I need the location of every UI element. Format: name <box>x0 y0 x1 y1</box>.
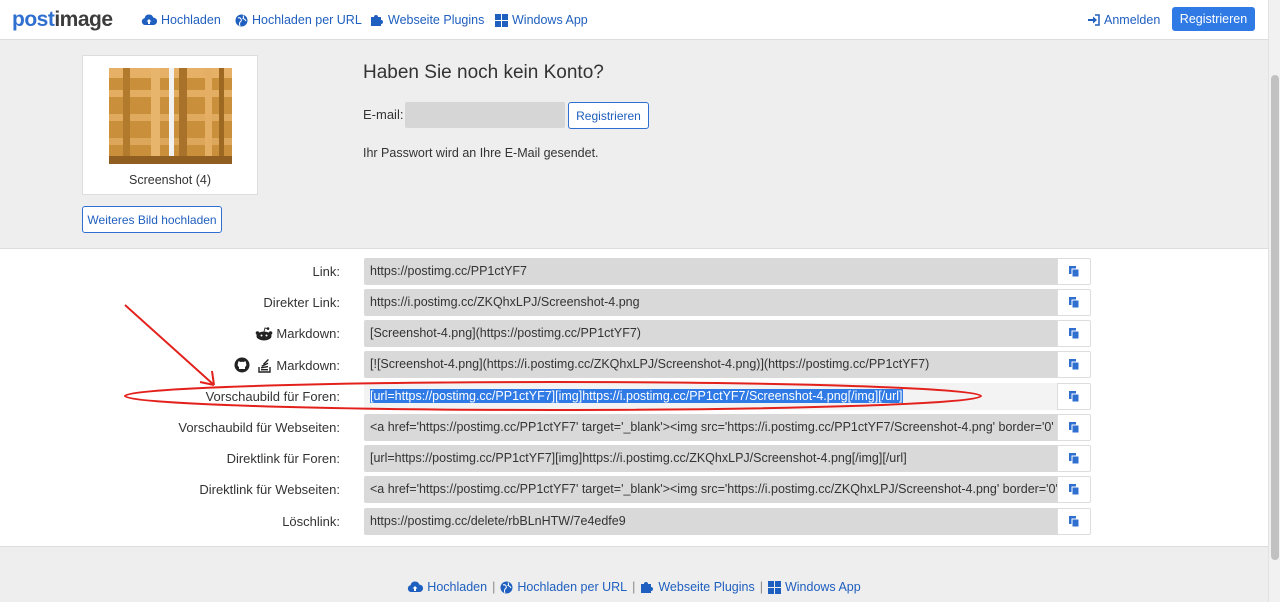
delete-link-field[interactable]: https://postimg.cc/delete/rbBLnHTW/7e4ed… <box>364 508 1057 535</box>
scrollbar-thumb[interactable] <box>1271 75 1279 560</box>
delete-link-row: Löschlink: https://postimg.cc/delete/rbB… <box>0 508 1268 535</box>
copy-icon <box>1068 296 1079 308</box>
direct-link-field[interactable]: https://i.postimg.cc/ZKQhxLPJ/Screenshot… <box>364 289 1057 316</box>
copy-button[interactable] <box>1057 351 1091 378</box>
copy-icon <box>1068 452 1079 464</box>
markdown-reddit-field[interactable]: [Screenshot-4.png](https://postimg.cc/PP… <box>364 320 1057 347</box>
nav-plugins-link[interactable]: Webseite Plugins <box>370 11 484 29</box>
image-preview-card: Screenshot (4) <box>82 55 258 195</box>
footer-upload-link[interactable]: Hochladen <box>407 580 487 594</box>
copy-icon <box>1068 265 1079 277</box>
direct-forum-row: Direktlink für Foren: [url=https://posti… <box>0 445 1268 472</box>
page-scrollbar[interactable] <box>1268 0 1280 602</box>
copy-icon <box>1068 327 1079 339</box>
footer-links: Hochladen | Hochladen per URL | Webseite… <box>0 580 1268 594</box>
register-button[interactable]: Registrieren <box>568 102 649 129</box>
link-row: Link: https://postimg.cc/PP1ctYF7 <box>0 258 1268 285</box>
email-field[interactable] <box>405 102 565 128</box>
copy-icon <box>1068 421 1079 433</box>
globe-icon <box>235 14 248 26</box>
footer-upload-url-link[interactable]: Hochladen per URL <box>500 580 627 594</box>
thumbnail-forum-label: Vorschaubild für Foren: <box>205 389 340 404</box>
direct-link-label: Direkter Link: <box>263 295 340 310</box>
image-thumbnail[interactable] <box>109 68 232 164</box>
copy-button[interactable] <box>1057 414 1091 441</box>
markdown-reddit-label: Markdown: <box>255 326 340 341</box>
windows-icon <box>495 13 508 27</box>
nav-upload-link[interactable]: Hochladen <box>141 11 221 29</box>
thumbnail-web-row: Vorschaubild für Webseiten: <a href='htt… <box>0 414 1268 441</box>
footer-plugins-link[interactable]: Webseite Plugins <box>640 580 755 594</box>
email-label: E-mail: <box>363 107 404 122</box>
sign-in-icon <box>1088 14 1100 26</box>
upload-more-button[interactable]: Weiteres Bild hochladen <box>82 206 222 233</box>
password-note: Ihr Passwort wird an Ihre E-Mail gesende… <box>363 146 599 160</box>
delete-link-label: Löschlink: <box>282 514 340 529</box>
link-label: Link: <box>312 264 340 279</box>
reddit-icon <box>256 326 273 340</box>
copy-button[interactable] <box>1057 289 1091 316</box>
cloud-upload-icon <box>141 14 157 25</box>
copy-icon <box>1068 390 1079 402</box>
copy-icon <box>1068 483 1079 495</box>
link-field[interactable]: https://postimg.cc/PP1ctYF7 <box>364 258 1057 285</box>
nav-login-link[interactable]: Anmelden <box>1088 11 1160 29</box>
copy-icon <box>1068 358 1079 370</box>
nav-windows-app-link[interactable]: Windows App <box>495 11 588 29</box>
footer-separator: | <box>632 580 636 594</box>
globe-icon <box>500 581 513 593</box>
image-caption: Screenshot (4) <box>129 173 211 187</box>
nav-register-button[interactable]: Registrieren <box>1172 7 1255 31</box>
direct-web-label: Direktlink für Webseiten: <box>199 482 340 497</box>
postimage-logo[interactable]: postimage <box>12 8 113 32</box>
windows-icon <box>767 580 781 594</box>
share-links-panel: Link: https://postimg.cc/PP1ctYF7 Direkt… <box>0 248 1268 547</box>
copy-button[interactable] <box>1057 383 1091 410</box>
footer-windows-app-link[interactable]: Windows App <box>767 580 861 594</box>
copy-button[interactable] <box>1057 508 1091 535</box>
copy-button[interactable] <box>1057 320 1091 347</box>
footer-separator: | <box>492 580 496 594</box>
selected-text: [url=https://postimg.cc/PP1ctYF7][img]ht… <box>370 389 903 403</box>
direct-web-field[interactable]: <a href='https://postimg.cc/PP1ctYF7' ta… <box>364 476 1057 503</box>
thumbnail-forum-field[interactable]: [url=https://postimg.cc/PP1ctYF7][img]ht… <box>364 383 1057 410</box>
markdown-github-field[interactable]: [![Screenshot-4.png](https://i.postimg.c… <box>364 351 1057 378</box>
copy-button[interactable] <box>1057 476 1091 503</box>
puzzle-icon <box>371 15 383 26</box>
markdown-reddit-row: Markdown: [Screenshot-4.png](https://pos… <box>0 320 1268 347</box>
github-icon <box>234 357 250 373</box>
thumbnail-web-label: Vorschaubild für Webseiten: <box>178 420 340 435</box>
thumbnail-web-field[interactable]: <a href='https://postimg.cc/PP1ctYF7' ta… <box>364 414 1057 441</box>
stackoverflow-icon <box>258 358 272 373</box>
direct-forum-label: Direktlink für Foren: <box>226 451 340 466</box>
puzzle-icon <box>641 582 654 593</box>
footer-separator: | <box>759 580 763 594</box>
markdown-github-label: Markdown: <box>234 357 340 373</box>
copy-button[interactable] <box>1057 445 1091 472</box>
markdown-github-row: Markdown: [![Screenshot-4.png](https://i… <box>0 351 1268 378</box>
signup-title: Haben Sie noch kein Konto? <box>363 62 604 83</box>
thumbnail-forum-row: Vorschaubild für Foren: [url=https://pos… <box>0 383 1268 410</box>
cloud-upload-icon <box>408 581 424 592</box>
direct-web-row: Direktlink für Webseiten: <a href='https… <box>0 476 1268 503</box>
copy-button[interactable] <box>1057 258 1091 285</box>
direct-forum-field[interactable]: [url=https://postimg.cc/PP1ctYF7][img]ht… <box>364 445 1057 472</box>
copy-icon <box>1068 515 1079 527</box>
direct-link-row: Direkter Link: https://i.postimg.cc/ZKQh… <box>0 289 1268 316</box>
nav-upload-url-link[interactable]: Hochladen per URL <box>235 11 362 29</box>
top-navbar: postimage Hochladen Hochladen per URL We… <box>0 0 1268 40</box>
